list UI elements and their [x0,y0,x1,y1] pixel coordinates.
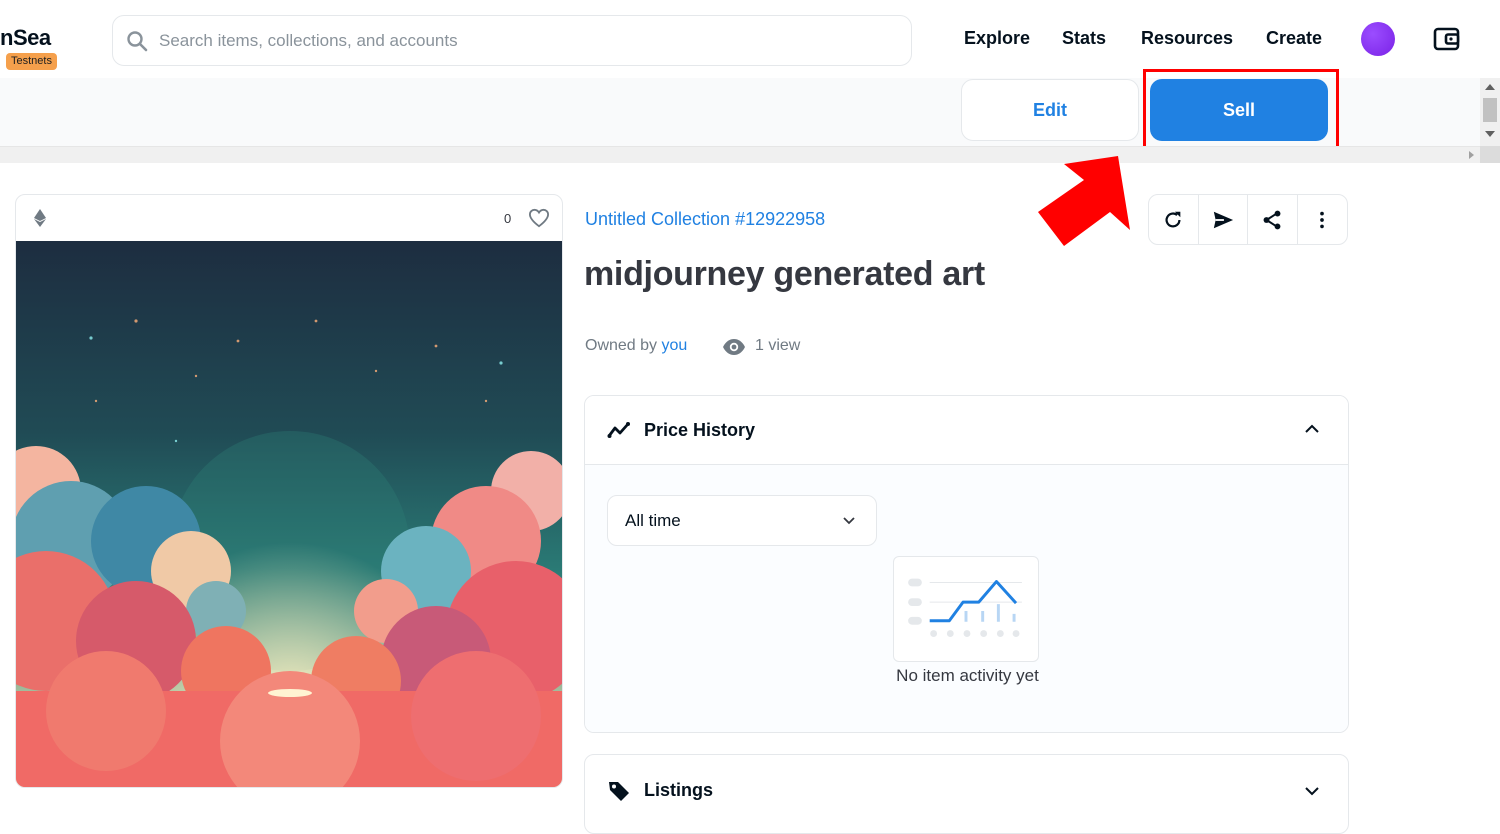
empty-chart-illustration [893,556,1039,662]
time-range-select[interactable]: All time [607,495,877,546]
collection-link[interactable]: Untitled Collection #12922958 [585,209,825,230]
owned-by-label: Owned by [585,337,658,354]
nav-stats[interactable]: Stats [1062,28,1106,49]
scroll-corner [1480,146,1500,163]
favorite-count: 0 [504,211,512,226]
view-count: 1 view [755,337,801,354]
heart-icon[interactable] [528,208,550,228]
search-icon [127,31,148,52]
avatar[interactable] [1361,22,1395,56]
nav-resources[interactable]: Resources [1141,28,1233,49]
nav-explore[interactable]: Explore [964,28,1030,49]
transfer-button[interactable] [1199,195,1248,244]
share-icon [1263,210,1281,229]
chevron-up-icon[interactable] [1304,423,1320,435]
owner-info: Owned by you [585,337,687,355]
share-button[interactable] [1248,195,1298,244]
search-input[interactable] [159,16,899,65]
nft-artwork-image[interactable] [16,241,563,788]
chevron-down-icon[interactable] [1304,785,1320,797]
item-title: midjourney generated art [584,255,985,293]
horizontal-scrollbar[interactable] [0,146,1480,163]
price-history-panel: Price History All time No item activity … [584,395,1349,733]
vertical-scrollbar[interactable] [1480,78,1500,163]
scroll-thumb[interactable] [1483,98,1497,122]
price-history-body: All time No item activity yet [585,465,1348,732]
tag-icon [609,782,629,801]
search-bar[interactable] [112,15,912,66]
testnets-badge: Testnets [6,53,57,70]
empty-activity-text: No item activity yet [896,666,1039,685]
listings-panel[interactable]: Listings [584,754,1349,834]
trend-line-icon [607,422,630,438]
listings-title: Listings [644,780,714,800]
media-header: 0 [16,195,562,241]
ethereum-icon [34,209,46,227]
annotation-arrow-icon [1038,156,1130,246]
sell-highlight-box [1143,69,1339,158]
price-history-header[interactable]: Price History [585,396,1348,465]
more-icon [1320,211,1325,228]
top-navbar: nSea Testnets Explore Stats Resources Cr… [0,0,1480,78]
transfer-icon [1213,211,1233,228]
logo-text[interactable]: nSea [0,25,51,51]
eye-icon [723,339,745,355]
more-options-button[interactable] [1298,195,1348,244]
price-history-title: Price History [644,420,756,440]
scroll-right-arrow-icon[interactable] [1469,151,1474,159]
scroll-down-arrow-icon[interactable] [1485,131,1495,137]
refresh-icon [1165,211,1181,227]
wallet-icon[interactable] [1433,26,1461,52]
edit-button[interactable]: Edit [961,79,1139,141]
refresh-button[interactable] [1149,195,1199,244]
owner-link[interactable]: you [662,337,688,354]
item-toolbar [1148,194,1348,245]
nav-create[interactable]: Create [1266,28,1322,49]
item-media-card: 0 [15,194,563,788]
scroll-up-arrow-icon[interactable] [1485,84,1495,90]
time-range-value: All time [625,511,681,530]
chevron-down-icon [843,517,855,525]
